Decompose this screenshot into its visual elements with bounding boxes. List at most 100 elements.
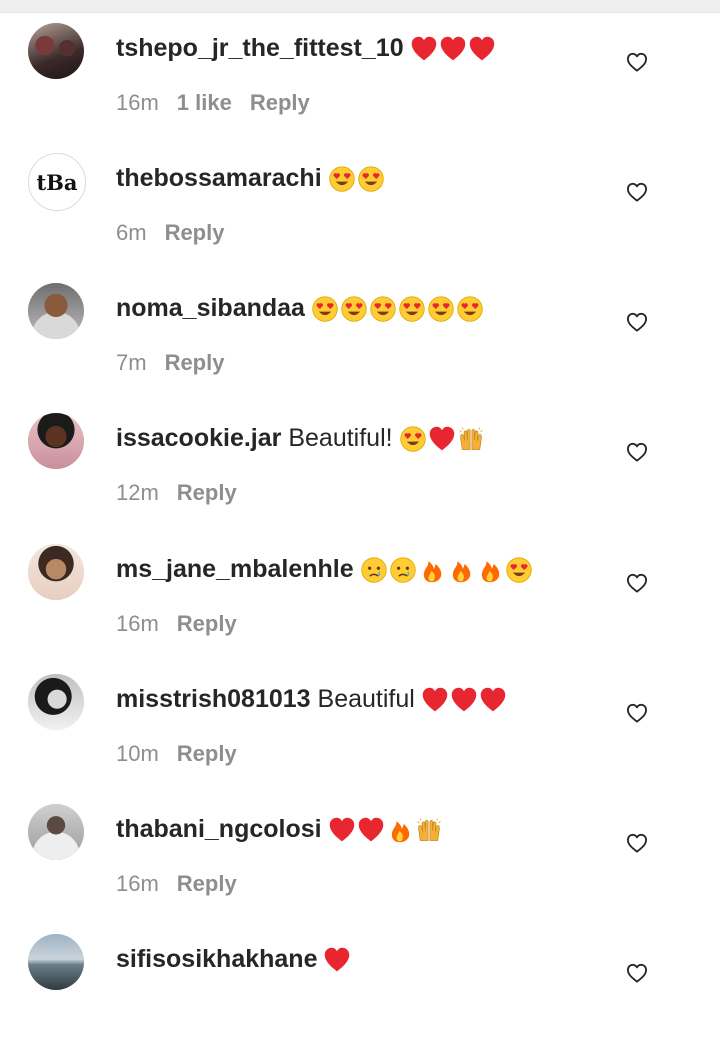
raising-hands-emoji-icon: [458, 427, 483, 451]
heart-eyes-emoji-icon: [457, 296, 483, 323]
heart-eyes-emoji-icon: [399, 426, 426, 453]
comment-meta: 16m 1 like Reply: [116, 88, 328, 118]
reply-button[interactable]: Reply: [165, 220, 225, 245]
comment-emojis: [410, 35, 496, 63]
comment-body: tshepo_jr_the_fittest_10: [116, 32, 496, 64]
comment-item: noma_sibandaa 7m Reply: [0, 276, 720, 406]
comment-timestamp: 7m: [116, 350, 147, 375]
comment-meta: 12m Reply: [116, 478, 255, 508]
reply-button[interactable]: Reply: [177, 611, 237, 636]
comment-meta: 10m Reply: [116, 739, 255, 769]
comment-timestamp: 12m: [116, 480, 159, 505]
avatar[interactable]: [28, 23, 84, 79]
comment-emojis: [399, 425, 485, 453]
heart-emoji-icon: [451, 688, 477, 712]
like-heart-button[interactable]: [626, 182, 650, 204]
heart-outline-icon: [627, 573, 647, 593]
like-heart-button[interactable]: [626, 963, 650, 985]
comment-emojis: [328, 816, 443, 844]
heart-emoji-icon: [411, 37, 436, 61]
heart-emoji-icon: [422, 688, 448, 712]
comment-username[interactable]: ms_jane_mbalenhle: [116, 555, 354, 583]
comment-meta: 7m Reply: [116, 348, 242, 378]
avatar[interactable]: [28, 934, 84, 990]
comment-like-count[interactable]: 1 like: [177, 90, 232, 115]
comment-body: issacookie.jar Beautiful!: [116, 422, 485, 454]
avatar-photo: [28, 283, 84, 339]
comment-body: sifisosikhakhane: [116, 943, 351, 975]
comment-body: misstrish081013 Beautiful: [116, 683, 507, 715]
like-heart-button[interactable]: [626, 312, 650, 334]
crying-emoji-icon: [389, 557, 416, 584]
comment-text: Beautiful: [317, 685, 415, 713]
comment-emojis: [328, 165, 385, 193]
heart-outline-icon: [627, 52, 647, 72]
comment-item: ms_jane_mbalenhle 16m Reply: [0, 537, 720, 667]
heart-eyes-emoji-icon: [341, 296, 367, 323]
heart-eyes-emoji-icon: [312, 296, 338, 323]
comment-username[interactable]: sifisosikhakhane: [116, 945, 317, 973]
comment-item: sifisosikhakhane: [0, 927, 720, 1057]
comment-text: Beautiful!: [288, 424, 393, 452]
comment-timestamp: 16m: [116, 90, 159, 115]
reply-button[interactable]: Reply: [250, 90, 310, 115]
reply-button[interactable]: Reply: [177, 871, 237, 896]
heart-emoji-icon: [325, 948, 350, 972]
comment-username[interactable]: tshepo_jr_the_fittest_10: [116, 34, 404, 62]
avatar[interactable]: [28, 804, 84, 860]
comment-item: tBa thebossamarachi 6m Reply: [0, 146, 720, 276]
heart-eyes-emoji-icon: [370, 296, 396, 323]
avatar[interactable]: [28, 674, 84, 730]
comment-meta: 6m Reply: [116, 218, 242, 248]
heart-emoji-icon: [480, 688, 506, 712]
avatar[interactable]: [28, 413, 84, 469]
heart-eyes-emoji-icon: [328, 166, 355, 193]
heart-outline-icon: [627, 963, 647, 983]
like-heart-button[interactable]: [626, 442, 650, 464]
comment-username[interactable]: issacookie.jar: [116, 424, 281, 452]
like-heart-button[interactable]: [626, 833, 650, 855]
like-heart-button[interactable]: [626, 573, 650, 595]
avatar[interactable]: [28, 544, 84, 600]
heart-emoji-icon: [429, 427, 454, 451]
heart-emoji-icon: [440, 37, 465, 61]
reply-button[interactable]: Reply: [177, 741, 237, 766]
avatar-photo: [28, 544, 84, 600]
comment-body: thebossamarachi: [116, 162, 385, 194]
fire-emoji-icon: [423, 561, 441, 583]
heart-outline-icon: [627, 442, 647, 462]
comment-emojis: [323, 946, 351, 974]
comment-emojis: [360, 556, 533, 584]
raising-hands-emoji-icon: [416, 818, 441, 842]
comment-timestamp: 16m: [116, 611, 159, 636]
comment-item: misstrish081013 Beautiful 10m Reply: [0, 667, 720, 797]
comment-username[interactable]: thebossamarachi: [116, 164, 322, 192]
comment-body: thabani_ngcolosi: [116, 813, 443, 845]
top-divider-bar: [0, 0, 720, 13]
reply-button[interactable]: Reply: [177, 480, 237, 505]
comment-emojis: [421, 686, 507, 714]
heart-outline-icon: [627, 833, 647, 853]
avatar[interactable]: tBa: [28, 153, 86, 211]
like-heart-button[interactable]: [626, 703, 650, 725]
avatar[interactable]: [28, 283, 84, 339]
heart-outline-icon: [627, 703, 647, 723]
like-heart-button[interactable]: [626, 52, 650, 74]
crying-emoji-icon: [360, 557, 387, 584]
avatar-text-logo: tBa: [36, 169, 78, 195]
comment-meta: 16m Reply: [116, 609, 255, 639]
comment-item: thabani_ngcolosi 16m Reply: [0, 797, 720, 927]
reply-button[interactable]: Reply: [165, 350, 225, 375]
comment-meta: 16m Reply: [116, 869, 255, 899]
heart-emoji-icon: [329, 818, 354, 842]
fire-emoji-icon: [452, 561, 470, 583]
heart-outline-icon: [627, 312, 647, 332]
comment-username[interactable]: misstrish081013: [116, 685, 311, 713]
comment-username[interactable]: noma_sibandaa: [116, 294, 305, 322]
comment-emojis: [311, 295, 484, 323]
comment-body: noma_sibandaa: [116, 292, 484, 324]
fire-emoji-icon: [481, 561, 499, 583]
comment-timestamp: 10m: [116, 741, 159, 766]
heart-outline-icon: [627, 182, 647, 202]
comment-username[interactable]: thabani_ngcolosi: [116, 815, 322, 843]
